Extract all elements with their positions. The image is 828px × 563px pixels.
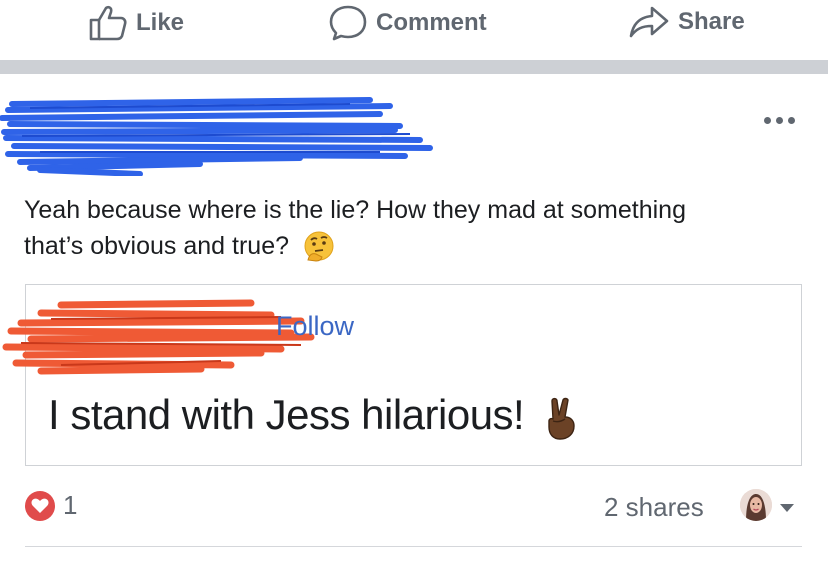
more-options-icon[interactable] (764, 114, 804, 128)
shared-post-body: I stand with Jess hilarious! (48, 391, 525, 438)
love-reaction-icon (25, 490, 55, 521)
thumbs-up-icon (89, 5, 127, 41)
feed-divider (0, 60, 828, 74)
share-label: Share (678, 8, 745, 35)
post-action-bar: Like Comment Share (0, 0, 828, 60)
reaction-count: 1 (63, 490, 78, 520)
post-body: Yeah because where is the lie? How they … (24, 196, 686, 260)
comment-bubble-icon (329, 5, 367, 41)
post-footer-divider (25, 546, 802, 547)
like-label: Like (136, 9, 185, 36)
share-button[interactable]: Share (628, 4, 745, 40)
comment-label: Comment (376, 9, 487, 36)
reaction-summary[interactable]: 1 (25, 490, 77, 521)
post: Yeah because where is the lie? How they … (0, 74, 828, 563)
victory-hand-icon (548, 397, 576, 440)
shared-post-card[interactable]: Follow I stand with Jess hilarious! (2, 284, 802, 466)
shared-post-text: I stand with Jess hilarious! (48, 391, 579, 441)
follow-link[interactable]: Follow (276, 311, 354, 342)
like-button[interactable]: Like (88, 4, 184, 42)
comment-button[interactable]: Comment (328, 4, 487, 42)
share-arrow-icon (629, 6, 669, 38)
post-text: Yeah because where is the lie? How they … (24, 192, 724, 264)
redacted-author-scribble (0, 97, 433, 176)
thinking-face-icon (304, 231, 334, 262)
audience-dropdown-icon[interactable] (780, 504, 794, 512)
avatar[interactable] (740, 489, 772, 521)
share-count[interactable]: 2 shares (604, 492, 704, 523)
